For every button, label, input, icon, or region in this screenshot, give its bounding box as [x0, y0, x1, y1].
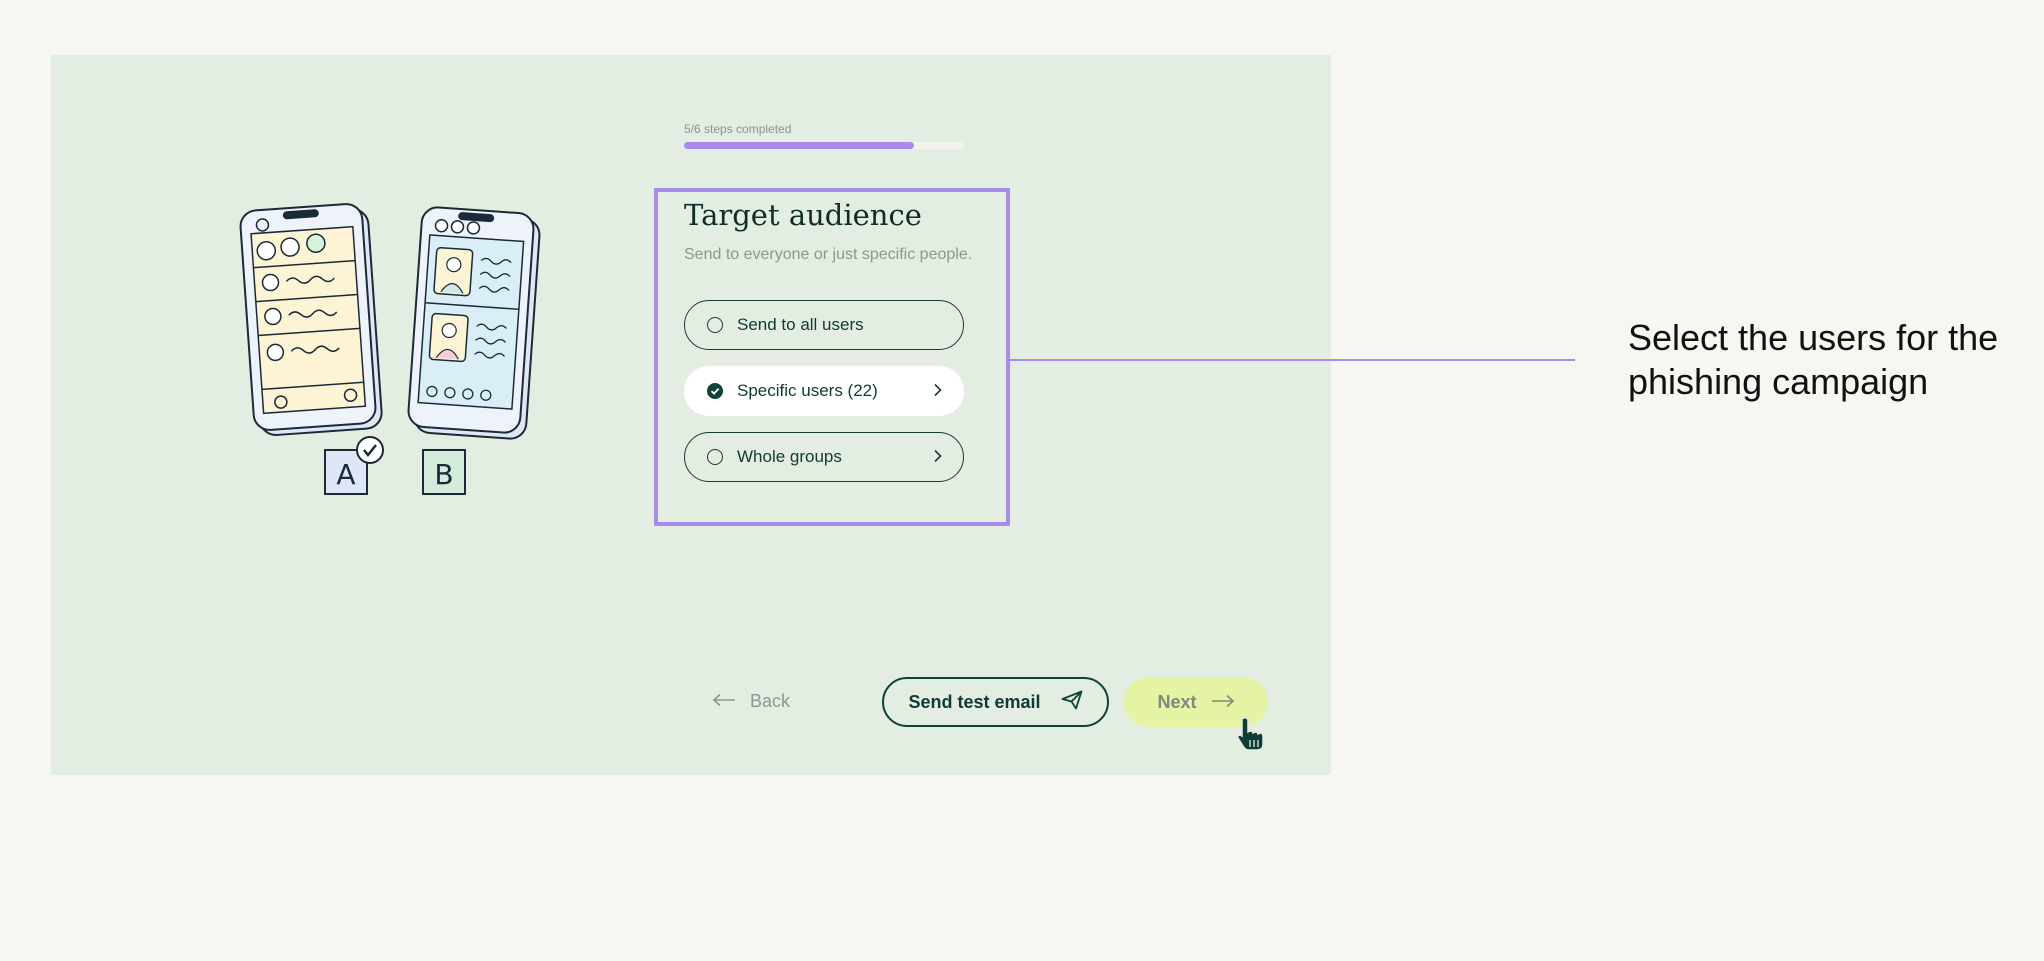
chevron-right-icon	[933, 381, 943, 402]
card-subtitle: Send to everyone or just specific people…	[684, 246, 973, 263]
progress-label: 5/6 steps completed	[684, 122, 792, 136]
ab-test-phones-illustration: A B	[239, 203, 541, 495]
option-send-to-all-users[interactable]: Send to all users	[684, 300, 964, 350]
callout-connector-line	[1010, 359, 1575, 361]
variant-b-tile: B	[422, 449, 466, 495]
option-whole-groups[interactable]: Whole groups	[684, 432, 964, 482]
phone-a-icon	[239, 203, 383, 436]
option-label: Send to all users	[737, 315, 864, 334]
back-label: Back	[750, 690, 791, 711]
progress-bar	[684, 142, 964, 149]
variant-a-label: A	[336, 458, 355, 491]
callout-text: Select the users for the phishing campai…	[1628, 317, 1999, 402]
variant-b-label: B	[434, 458, 453, 491]
arrow-left-icon	[712, 691, 736, 712]
paper-plane-icon	[1061, 690, 1083, 715]
send-test-email-label: Send test email	[908, 691, 1041, 712]
phone-b-icon	[407, 206, 541, 440]
back-button[interactable]: Back	[712, 686, 790, 716]
card-title: Target audience	[684, 198, 922, 232]
radio-unchecked-icon	[707, 449, 723, 465]
variant-a-tile: A	[324, 436, 384, 495]
progress-bar-fill	[684, 142, 914, 149]
arrow-right-icon	[1211, 692, 1235, 713]
option-specific-users[interactable]: Specific users (22)	[684, 366, 964, 416]
option-label: Whole groups	[737, 447, 842, 466]
option-label: Specific users (22)	[737, 381, 878, 400]
radio-unchecked-icon	[707, 317, 723, 333]
check-circle-icon	[707, 383, 723, 399]
hand-pointer-icon	[1237, 717, 1264, 751]
chevron-right-icon	[933, 447, 943, 468]
next-label: Next	[1157, 691, 1197, 712]
send-test-email-button[interactable]: Send test email	[882, 677, 1109, 727]
